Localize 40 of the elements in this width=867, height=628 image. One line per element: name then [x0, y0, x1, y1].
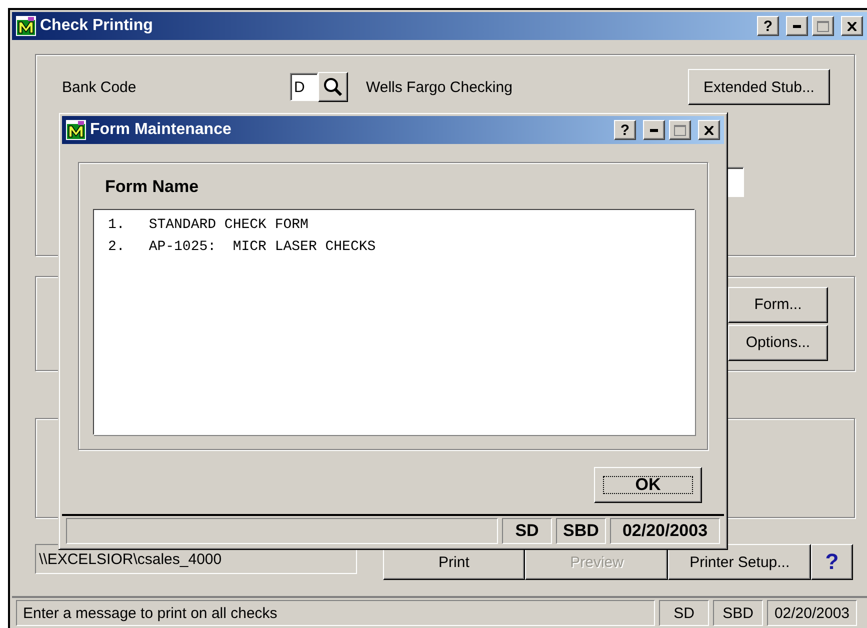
search-icon [323, 77, 343, 97]
form-button[interactable]: Form... [728, 286, 828, 322]
help-button[interactable]: ? [614, 120, 636, 140]
close-icon [704, 126, 714, 134]
list-number: 1. [108, 216, 125, 235]
action-button[interactable]: Printer Setup... [668, 544, 812, 580]
status-cell: 02/20/2003 [610, 518, 720, 544]
app-logo-icon [16, 16, 36, 36]
bank-code-label: Bank Code [62, 78, 138, 96]
help-button[interactable]: ? [757, 16, 779, 36]
status-cell: SD [502, 518, 552, 544]
form-list[interactable]: 1. STANDARD CHECK FORM 2. AP-1025: MICR LASER CHECKS [93, 209, 695, 435]
options-button[interactable]: Options... [728, 324, 828, 360]
status-cell: SBD [556, 518, 606, 544]
status-cell: 02/20/2003 [767, 600, 857, 626]
minimize-button[interactable] [786, 16, 808, 36]
help-button[interactable]: ? [811, 544, 853, 580]
list-item[interactable]: STANDARD CHECK FORM [148, 214, 308, 236]
app-logo-icon [66, 120, 86, 140]
extended-stub-button[interactable]: Extended Stub... [688, 69, 830, 105]
bank-name: Wells Fargo Checking [366, 78, 514, 96]
minimize-icon [650, 128, 658, 132]
maximize-icon [817, 20, 829, 32]
ok-button[interactable]: OK [594, 467, 702, 503]
window-title: Form Maintenance [90, 121, 232, 139]
close-button[interactable] [841, 16, 863, 36]
close-icon [847, 22, 857, 30]
close-button[interactable] [698, 120, 720, 140]
bank-code-field[interactable]: D [290, 73, 318, 101]
minimize-icon [793, 24, 801, 28]
maximize-icon [674, 124, 686, 136]
status-cell: SBD [713, 600, 763, 626]
window-title: Check Printing [40, 17, 154, 35]
minimize-button[interactable] [643, 120, 665, 140]
lookup-button[interactable] [318, 72, 348, 102]
status-message: Enter a message to print on all checks [16, 600, 655, 626]
form-name-heading: Form Name [105, 177, 200, 197]
status-cell: SD [659, 600, 709, 626]
list-number: 2. [108, 238, 125, 257]
list-item[interactable]: AP-1025: MICR LASER CHECKS [148, 236, 376, 258]
